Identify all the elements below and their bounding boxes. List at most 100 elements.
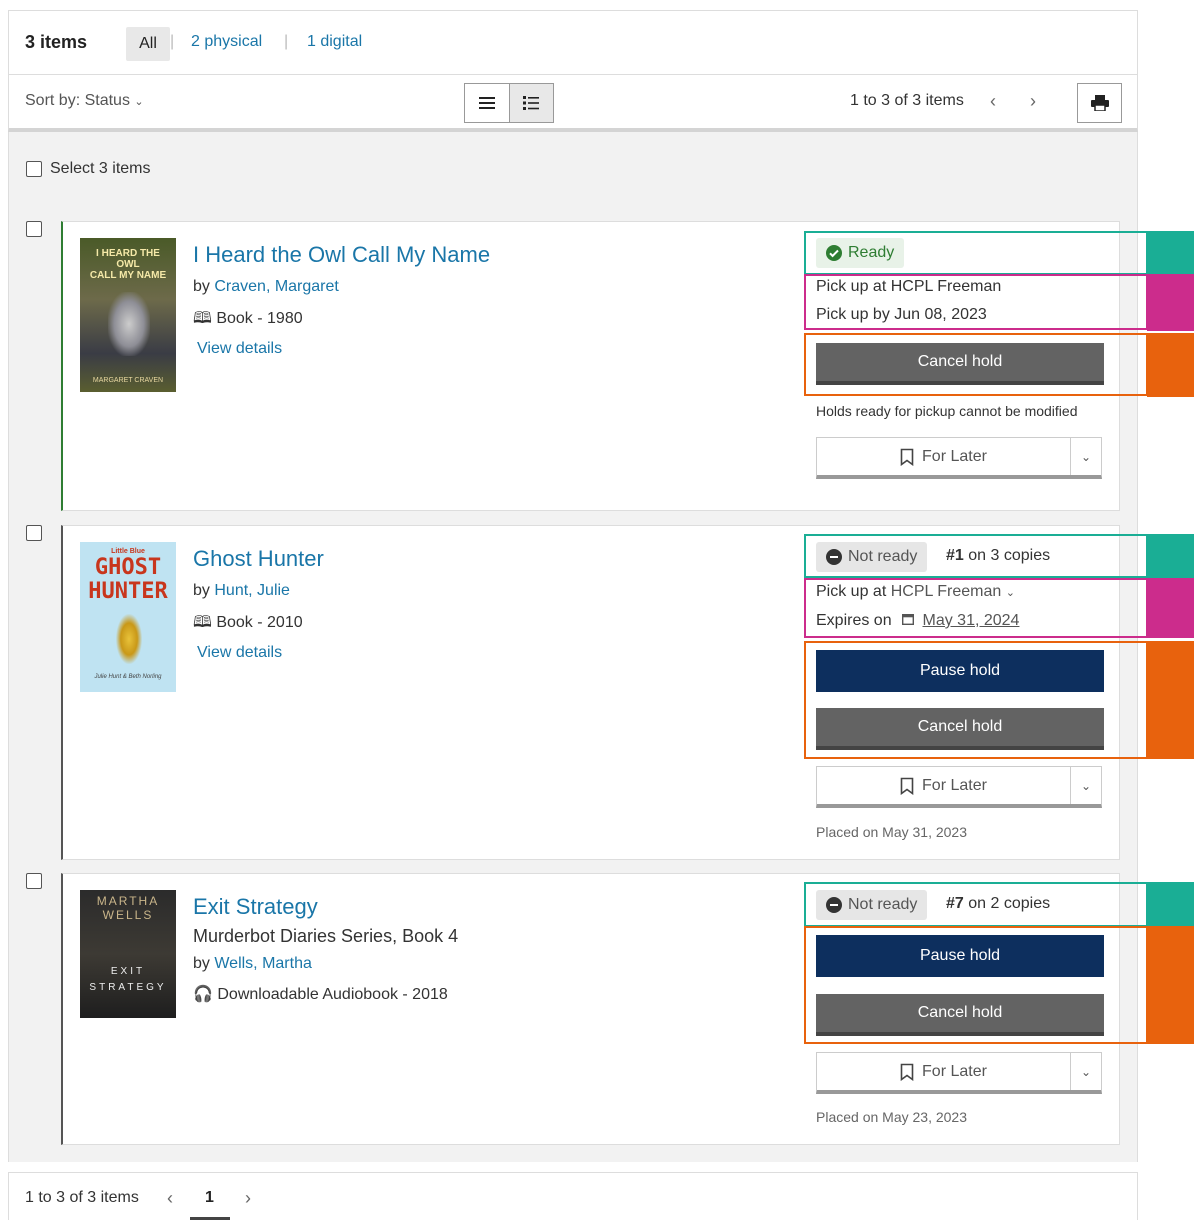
list-view-button[interactable] [465,84,509,122]
cover-series: Little Blue [111,548,145,555]
minus-circle-icon [826,549,842,565]
cover-title: GHOST HUNTER [88,555,168,604]
author-line: by Wells, Martha [193,955,312,972]
chevron-down-icon[interactable]: ⌄ [1071,767,1101,804]
book-cover[interactable]: MARTHA WELLS EXIT STRATEGY [80,890,176,1018]
item-count: 3 items [25,32,88,52]
status-tab [1147,534,1194,578]
series-line: Murderbot Diaries Series, Book 4 [193,926,459,946]
minus-circle-icon [826,897,842,913]
select-all[interactable]: Select 3 items [26,160,150,178]
hold-card: MARTHA WELLS EXIT STRATEGY Exit Strategy M… [61,873,1120,1145]
cover-title: EXIT STRATEGY [89,966,167,993]
view-details-link[interactable]: View details [197,340,282,358]
placed-date: Placed on May 23, 2023 [816,1109,967,1125]
chevron-down-icon: ⌄ [1005,587,1015,599]
pagination-summary: 1 to 3 of 3 items [25,1189,139,1206]
book-cover[interactable]: I HEARD THE OWL CALL MY NAME MARGARET CRA… [80,238,176,392]
status-badge: Ready [816,238,905,268]
book-icon: 🕮 [193,614,212,631]
item-checkbox[interactable] [26,525,42,541]
toolbar: Sort by: Status ⌄ 1 to 3 of 3 items ‹ › [8,74,1138,132]
owl-illustration [108,292,150,356]
item-title[interactable]: Ghost Hunter [193,546,324,572]
item-title[interactable]: Exit Strategy [193,894,318,920]
actions-tab [1147,926,1194,1044]
next-page-icon[interactable]: › [1030,91,1036,112]
pickup-tab [1147,274,1194,331]
chevron-down-icon[interactable]: ⌄ [1071,438,1101,475]
format-line: 🕮 Book - 1980 [193,310,303,327]
for-later-control: For Later ⌄ [816,437,1102,479]
status-badge: Not ready [816,542,928,572]
results-header: 3 items All | 2 physical | 1 digital [8,10,1138,74]
filter-digital-link[interactable]: 1 digital [307,33,362,51]
for-later-control: For Later ⌄ [816,1052,1102,1094]
pickup-tab [1147,578,1194,638]
status-tab [1147,882,1194,926]
bookmark-icon [900,777,914,795]
bookmark-icon [900,448,914,466]
item-title[interactable]: I Heard the Owl Call My Name [193,242,490,268]
list-icon [478,97,495,109]
holds-list: Select 3 items I HEARD THE OWL CALL MY NA… [8,132,1138,1162]
view-toggle [464,83,554,123]
book-cover[interactable]: Little Blue GHOST HUNTER Julie Hunt & Bet… [80,542,176,692]
author-link[interactable]: Hunt, Julie [214,582,290,599]
queue-position: #1 on 3 copies [946,547,1051,564]
expiration-date-link[interactable]: May 31, 2024 [923,612,1020,629]
item-checkbox[interactable] [26,221,42,237]
book-icon: 🕮 [193,310,212,327]
cover-credit: Julie Hunt & Beth Norling [94,674,162,680]
bookmark-icon [900,1063,914,1081]
detail-view-button[interactable] [508,84,553,122]
pause-hold-button[interactable]: Pause hold [816,935,1104,977]
expiration: Expires on May 31, 2024 [816,612,1020,629]
detail-list-icon [523,96,540,110]
author-link[interactable]: Craven, Margaret [214,278,339,295]
page-1-link[interactable]: 1 [205,1189,214,1207]
for-later-button[interactable]: For Later [817,767,1071,804]
next-page-icon[interactable]: › [245,1188,251,1209]
filter-all-button[interactable]: All [126,27,170,61]
print-button[interactable] [1077,83,1122,123]
select-all-checkbox[interactable] [26,161,42,177]
for-later-button[interactable]: For Later [817,1053,1071,1090]
chevron-down-icon: ⌄ [134,96,144,108]
printer-icon [1090,95,1109,111]
prev-page-icon[interactable]: ‹ [990,91,996,112]
modify-note: Holds ready for pickup cannot be modifie… [816,403,1078,419]
filter-physical-link[interactable]: 2 physical [191,33,262,51]
for-later-button[interactable]: For Later [817,438,1071,475]
author-link[interactable]: Wells, Martha [214,955,312,972]
chevron-down-icon[interactable]: ⌄ [1071,1053,1101,1090]
sort-dropdown[interactable]: Sort by: Status ⌄ [25,92,144,110]
view-details-link[interactable]: View details [197,644,282,662]
for-later-control: For Later ⌄ [816,766,1102,808]
placed-date: Placed on May 31, 2023 [816,824,967,840]
divider: | [284,33,289,50]
actions-tab [1147,641,1194,759]
hold-card: Little Blue GHOST HUNTER Julie Hunt & Bet… [61,525,1120,860]
hold-card: I HEARD THE OWL CALL MY NAME MARGARET CRA… [61,221,1120,511]
cancel-hold-button[interactable]: Cancel hold [816,343,1104,385]
cover-author: MARGARET CRAVEN [92,377,164,384]
cancel-hold-button[interactable]: Cancel hold [816,994,1104,1036]
calendar-icon [902,614,915,626]
pause-hold-button[interactable]: Pause hold [816,650,1104,692]
item-checkbox[interactable] [26,873,42,889]
prev-page-icon[interactable]: ‹ [167,1188,173,1209]
pickup-location: Pick up at HCPL Freeman ⌄ [816,583,1015,600]
cover-title: I HEARD THE OWL CALL MY NAME [89,248,167,281]
pickup-by: Pick up by Jun 08, 2023 [816,306,987,323]
status-badge: Not ready [816,890,928,920]
headphones-icon: 🎧 [193,986,213,1003]
cover-author: MARTHA WELLS [96,894,160,922]
pickup-location-dropdown[interactable]: HCPL Freeman ⌄ [891,583,1015,600]
footer-pagination: 1 to 3 of 3 items ‹ 1 › [8,1172,1138,1220]
author-line: by Hunt, Julie [193,582,290,599]
queue-position: #7 on 2 copies [946,895,1051,912]
format-line: 🕮 Book - 2010 [193,614,303,631]
cancel-hold-button[interactable]: Cancel hold [816,708,1104,750]
format-line: 🎧 Downloadable Audiobook - 2018 [193,986,448,1003]
